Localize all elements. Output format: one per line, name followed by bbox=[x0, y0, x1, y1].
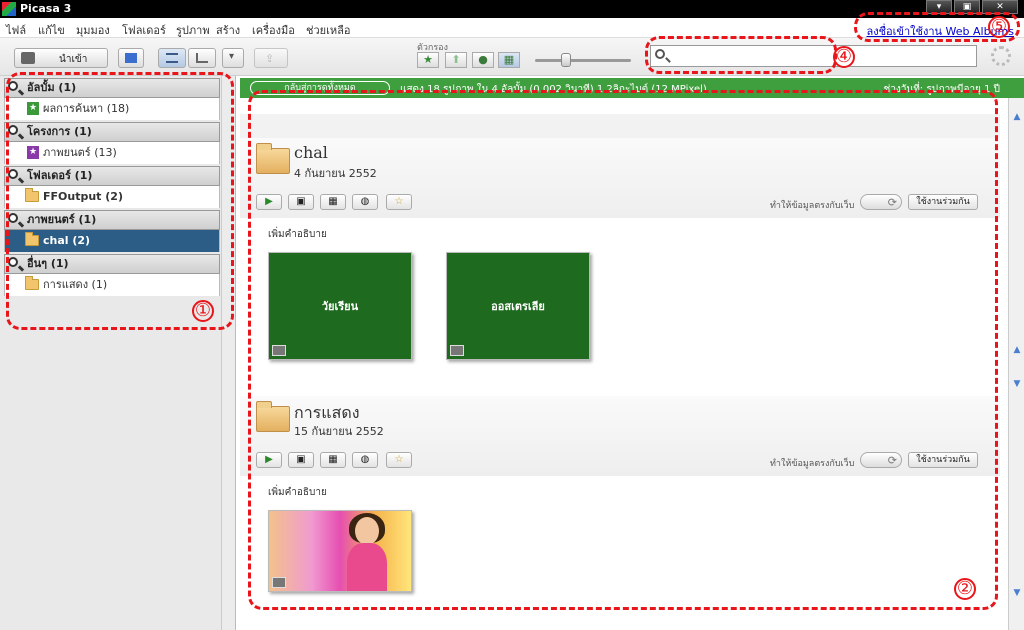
scroll-up-icon[interactable]: ▲ bbox=[1012, 345, 1022, 355]
filter-video-button[interactable]: ▦ bbox=[498, 52, 520, 68]
menu-tools[interactable]: เครื่องมือ bbox=[252, 21, 295, 39]
menu-folder[interactable]: โฟลเดอร์ bbox=[122, 21, 166, 39]
scroll-down-icon[interactable]: ▼ bbox=[1012, 588, 1022, 598]
filter-people-button[interactable]: ● bbox=[472, 52, 494, 68]
share-upload-button[interactable]: ⇪ bbox=[254, 48, 288, 68]
menu-picture[interactable]: รูปภาพ bbox=[176, 21, 210, 39]
list-view-button[interactable] bbox=[158, 48, 186, 68]
arrow-up-icon: ⬆ bbox=[451, 53, 461, 66]
scroll-up-icon[interactable]: ▲ bbox=[1012, 112, 1022, 122]
main-scrollbar[interactable]: ▲ ▲ ▼ ▼ bbox=[1008, 98, 1024, 630]
menu-create[interactable]: สร้าง bbox=[216, 21, 240, 39]
upload-icon: ⇪ bbox=[265, 52, 275, 65]
scroll-down-icon[interactable]: ▼ bbox=[1012, 379, 1022, 389]
menu-help[interactable]: ช่วยเหลือ bbox=[306, 21, 350, 39]
annotation-region-2 bbox=[248, 90, 998, 610]
menu-file[interactable]: ไฟล์ bbox=[6, 21, 26, 39]
thumbnail-size-slider-track[interactable] bbox=[535, 59, 631, 62]
menu-view[interactable]: มุมมอง bbox=[76, 21, 110, 39]
view-dropdown-button[interactable]: ▾ bbox=[222, 48, 244, 68]
chevron-down-icon: ▾ bbox=[229, 51, 235, 62]
list-view-icon bbox=[166, 53, 178, 63]
annotation-number-5: ⑤ bbox=[988, 16, 1010, 38]
import-button[interactable]: นำเข้า bbox=[14, 48, 108, 68]
filter-star-button[interactable]: ★ bbox=[417, 52, 439, 68]
camera-icon bbox=[21, 52, 35, 64]
window-title: Picasa 3 bbox=[20, 2, 72, 15]
loading-spinner-icon bbox=[991, 46, 1011, 66]
add-album-button[interactable] bbox=[118, 48, 144, 68]
filter-upload-button[interactable]: ⬆ bbox=[445, 52, 467, 68]
annotation-region-1 bbox=[6, 72, 234, 330]
star-icon: ★ bbox=[423, 53, 433, 66]
tree-view-button[interactable] bbox=[188, 48, 216, 68]
film-icon: ▦ bbox=[503, 53, 515, 66]
person-icon: ● bbox=[478, 53, 488, 66]
import-label: นำเข้า bbox=[59, 54, 88, 65]
thumbnail-size-slider-knob[interactable] bbox=[561, 53, 571, 67]
annotation-number-2: ② bbox=[954, 578, 976, 600]
annotation-region-4 bbox=[645, 36, 837, 74]
new-album-icon bbox=[125, 53, 137, 63]
annotation-number-4: ④ bbox=[833, 46, 855, 68]
tree-view-icon bbox=[196, 53, 208, 63]
menu-edit[interactable]: แก้ไข bbox=[38, 21, 65, 39]
annotation-number-1: ① bbox=[192, 300, 214, 322]
picasa-logo-icon bbox=[2, 2, 16, 16]
